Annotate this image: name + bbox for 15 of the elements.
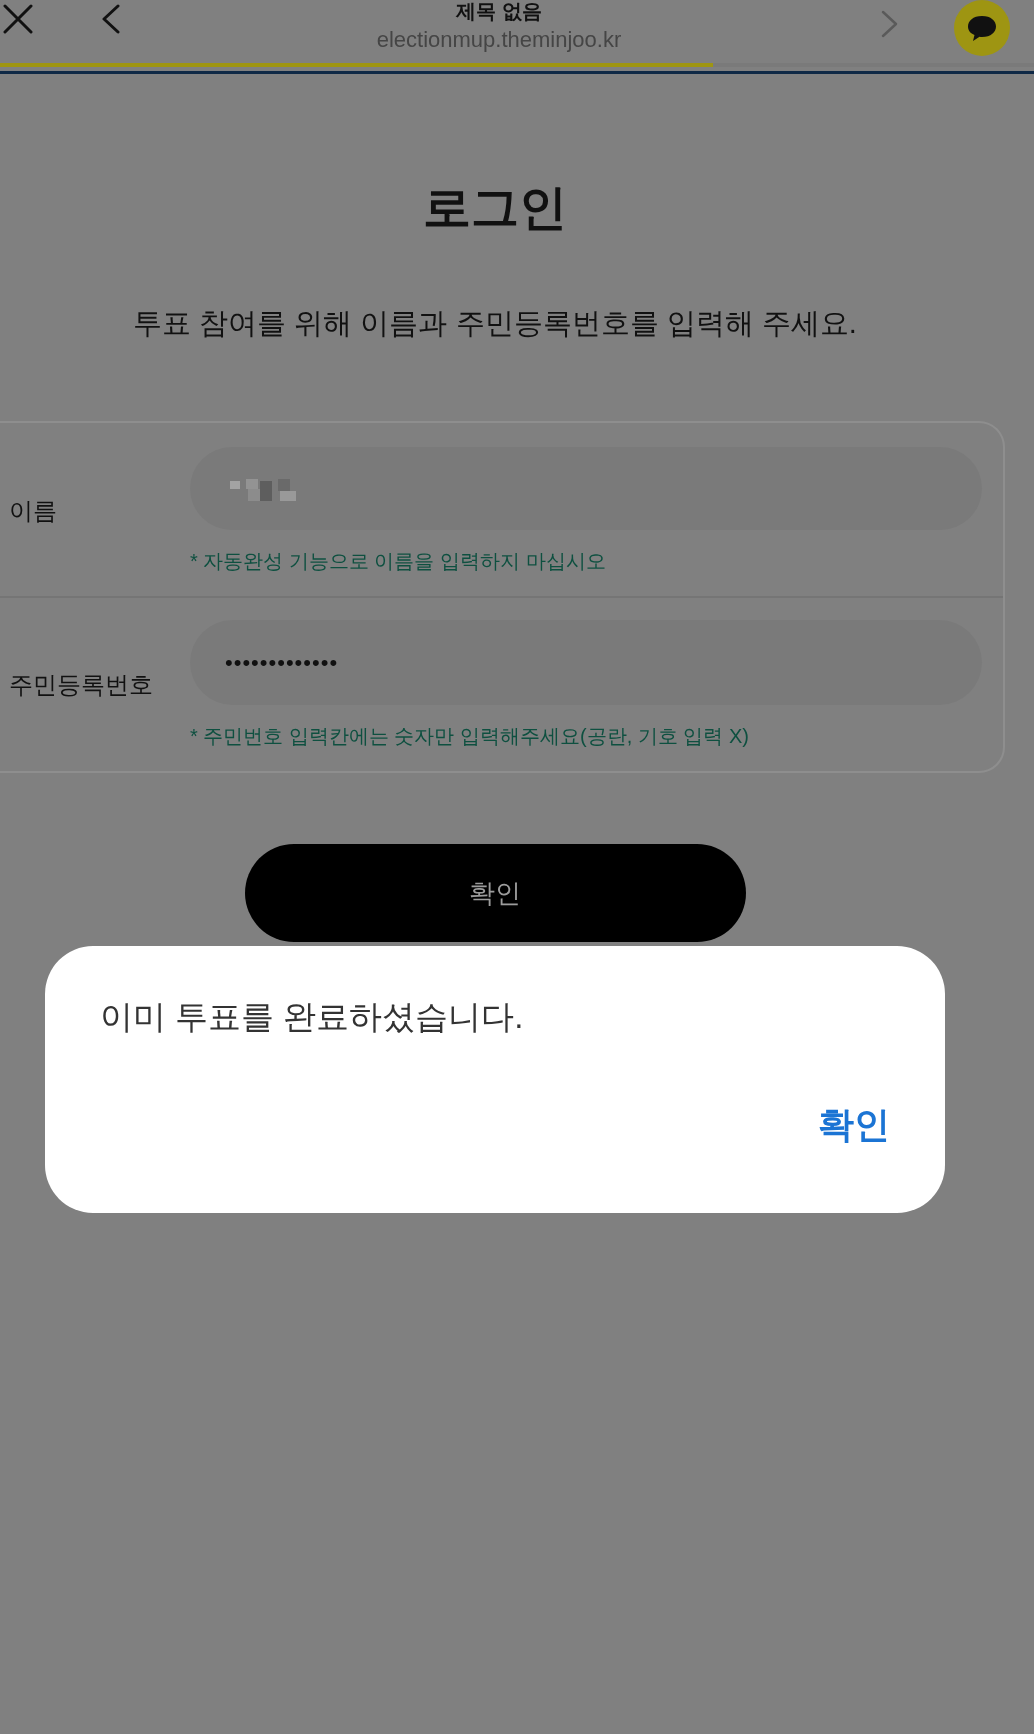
resident-number-field[interactable]: ••••••••••••• — [190, 620, 982, 705]
login-heading: 로그인 — [423, 180, 567, 236]
dialog-confirm-button[interactable]: 확인 — [818, 1103, 890, 1147]
confirm-button[interactable]: 확인 — [244, 844, 746, 942]
back-chevron-icon[interactable] — [101, 4, 120, 34]
page-title: 제목 없음 — [456, 0, 542, 22]
field-label: 이름 — [8, 495, 58, 526]
instruction-text: 투표 참여를 위해 이름과 주민등록번호를 입력해 주세요. — [133, 306, 857, 341]
field-hint: * 주민번호 입력칸에는 숫자만 입력해주세요(공란, 기호 입력 X) — [190, 724, 750, 749]
url-text: electionmup.theminjoo.kr — [376, 26, 622, 54]
chat-bubble-icon[interactable] — [954, 0, 1010, 56]
field-label: 주민등록번호 — [8, 669, 154, 700]
field-hint: * 자동완성 기능으로 이름을 입력하지 마십시오 — [190, 549, 607, 574]
dialog-message: 이미 투표를 완료하셨습니다. — [100, 997, 524, 1037]
close-icon[interactable] — [3, 4, 33, 34]
